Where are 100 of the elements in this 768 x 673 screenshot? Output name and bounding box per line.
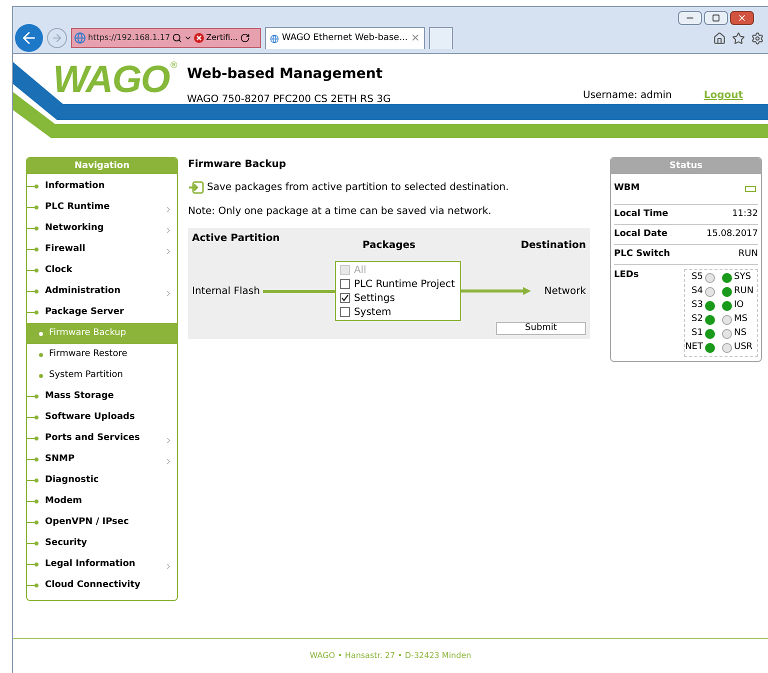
forward-arrow-icon	[51, 32, 63, 44]
menu-item[interactable]: PLC Runtime	[27, 197, 177, 218]
menu-item[interactable]: Software Uploads	[27, 407, 177, 428]
bullet-icon	[39, 332, 43, 336]
refresh-icon[interactable]	[240, 33, 250, 43]
maximize-button[interactable]	[704, 11, 728, 25]
menu-label: Information	[45, 180, 105, 193]
home-icon[interactable]	[713, 32, 726, 45]
username-label: Username: admin	[583, 89, 672, 103]
package-label: All	[354, 264, 366, 278]
menu-item[interactable]: Administration	[27, 281, 177, 302]
led-label: S2	[692, 313, 703, 326]
browser-icon	[74, 32, 86, 44]
menu-item[interactable]: Information	[27, 176, 177, 197]
menu-label: Networking	[45, 222, 104, 235]
certificate-text[interactable]: Zertifi...	[206, 32, 238, 44]
package-checkbox[interactable]	[340, 279, 350, 289]
bullet-icon	[39, 352, 43, 356]
menu-label: Security	[45, 536, 88, 550]
menu-label: Firewall	[45, 242, 86, 256]
section-title: Firmware Backup	[188, 158, 288, 172]
menu-item[interactable]: Mass Storage	[27, 386, 177, 407]
footer-address: WAGO • Hansastr. 27 • D-32423 Minden	[310, 651, 472, 660]
menu-item[interactable]: Modem	[27, 491, 177, 512]
dropdown-icon[interactable]	[184, 34, 192, 42]
close-button[interactable]	[730, 11, 754, 25]
status-label: Local Date	[614, 228, 668, 241]
status-label: WBM	[614, 182, 640, 196]
menu-label: System Partition	[49, 368, 123, 382]
menu-item[interactable]: Package Server	[27, 302, 177, 323]
menu-label: Firmware Restore	[49, 348, 128, 361]
led-label: S5	[692, 271, 703, 284]
info-text: Save packages from active partition to selected destination.	[207, 181, 509, 195]
led-label: S1	[692, 327, 703, 340]
status-title: Status	[611, 158, 761, 174]
star-icon[interactable]	[732, 32, 745, 45]
menu-label: SNMP	[45, 452, 75, 466]
note-text: Note: Only one package at a time can be saved via network.	[188, 205, 492, 219]
menu-item[interactable]: Clock	[27, 260, 177, 281]
status-indicator-icon	[745, 186, 756, 192]
browser-icon	[270, 32, 279, 44]
menu-label: Modem	[45, 494, 82, 508]
address-bar[interactable]: https://192.168.1.17 Zertifi...	[71, 28, 261, 48]
tab-title: WAGO Ethernet Web-base...	[282, 32, 408, 45]
check-icon	[340, 294, 349, 302]
device-name: WAGO 750-8207 PFC200 CS 2ETH RS 3G	[187, 93, 392, 107]
status-value: 15.08.2017	[706, 228, 758, 241]
logo: WAGO	[53, 60, 170, 100]
status-value: 11:32	[732, 208, 758, 221]
menu-label: Legal Information	[45, 558, 136, 571]
source-label: Internal Flash	[192, 284, 260, 298]
address-text: https://192.168.1.17	[88, 32, 170, 44]
back-button[interactable]	[15, 24, 43, 52]
menu-item[interactable]: SNMP	[27, 449, 177, 470]
led-label: RUN	[734, 285, 754, 298]
package-label: Settings	[354, 292, 395, 306]
led-label: NS	[734, 327, 748, 340]
column-header: Active Partition	[192, 233, 281, 244]
browser-tab[interactable]: WAGO Ethernet Web-base... ×	[265, 27, 425, 49]
led-label: SYS	[734, 271, 752, 284]
menu-label: Diagnostic	[45, 474, 99, 487]
navigation-title: Navigation	[27, 158, 177, 174]
package-label: PLC Runtime Project	[354, 278, 455, 292]
status-label: Local Time	[614, 208, 668, 221]
menu-label: Package Server	[45, 306, 124, 319]
led-label: S3	[692, 299, 703, 312]
menu-item[interactable]: OpenVPN / IPsec	[27, 512, 177, 533]
arrow-into-box-icon	[188, 181, 204, 194]
package-checkbox[interactable]	[340, 307, 350, 317]
menu-label: Mass Storage	[45, 390, 114, 403]
led-label: NET	[685, 341, 703, 354]
led-label: USR	[734, 341, 754, 354]
led-label: IO	[734, 299, 745, 312]
menu-item[interactable]: Cloud Connectivity	[27, 575, 177, 596]
menu-item[interactable]: Networking	[27, 218, 177, 239]
page-title: Web-based Management	[187, 65, 384, 84]
package-checkbox[interactable]	[340, 293, 350, 303]
package-label: System	[354, 306, 392, 320]
status-label: LEDs	[614, 269, 639, 282]
tab-close[interactable]: ×	[410, 30, 420, 47]
menu-label: Software Uploads	[45, 410, 135, 424]
sub-menu-item[interactable]: Firmware Restore	[27, 344, 177, 365]
status-label: PLC Switch	[614, 248, 670, 261]
menu-item[interactable]: Firewall	[27, 239, 177, 260]
menu-item[interactable]: Legal Information	[27, 554, 177, 575]
certificate-error-icon	[194, 33, 204, 43]
column-header: Packages	[361, 239, 417, 253]
bullet-icon	[39, 374, 43, 378]
menu-label: OpenVPN / IPsec	[45, 516, 129, 529]
menu-label: Administration	[45, 284, 121, 298]
maximize-icon	[712, 14, 720, 22]
menu-item[interactable]: Diagnostic	[27, 470, 177, 491]
menu-item[interactable]: Security	[27, 533, 177, 554]
menu-label: Clock	[45, 264, 72, 277]
menu-item[interactable]: Ports and Services	[27, 428, 177, 449]
menu-label: PLC Runtime	[45, 200, 110, 214]
sub-menu-item[interactable]: System Partition	[27, 365, 177, 386]
submit-button[interactable]: Submit	[496, 322, 586, 335]
settings-icon[interactable]	[751, 32, 764, 45]
search-icon[interactable]	[172, 33, 182, 43]
